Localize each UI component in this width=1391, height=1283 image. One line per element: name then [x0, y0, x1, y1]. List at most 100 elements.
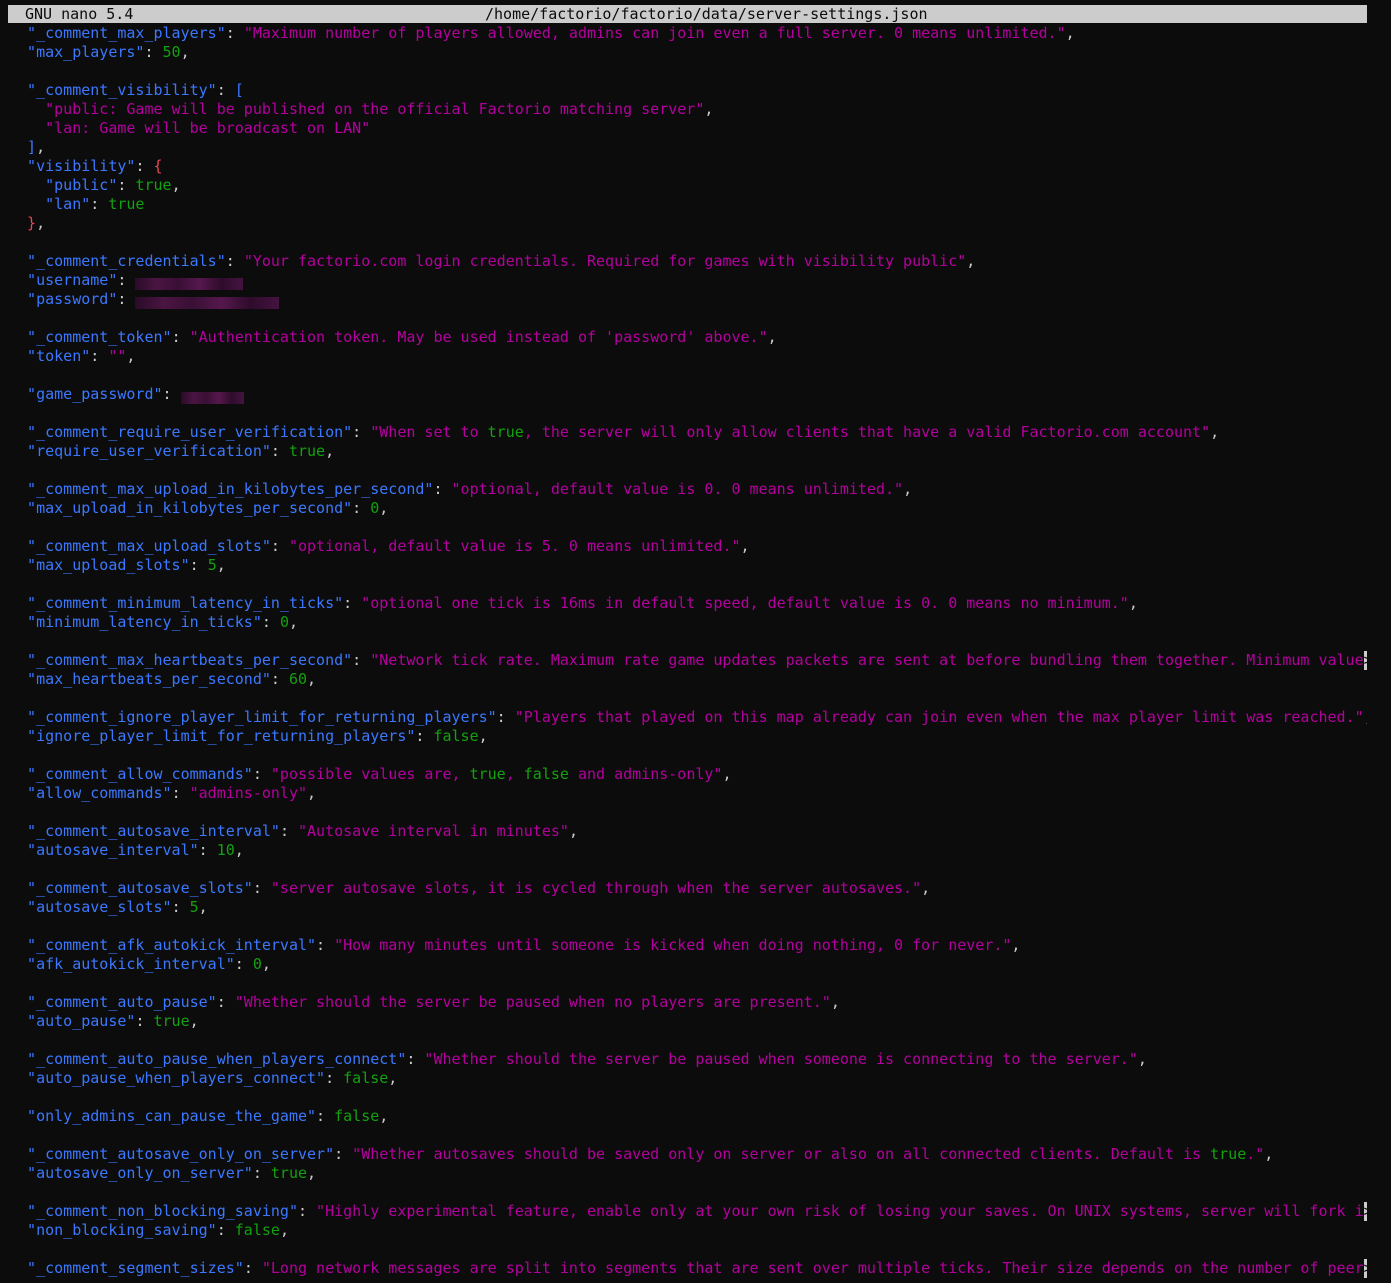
- editor-line[interactable]: "non_blocking_saving": false,: [9, 1221, 1367, 1240]
- json-punctuation-token: :: [234, 955, 253, 973]
- editor-line[interactable]: "max_upload_in_kilobytes_per_second": 0,: [9, 499, 1367, 518]
- json-punctuation-token: :: [216, 81, 235, 99]
- editor-line[interactable]: "public": true,: [9, 176, 1367, 195]
- editor-line[interactable]: "_comment_auto_pause_when_players_connec…: [9, 1050, 1367, 1069]
- json-punctuation-token: ,: [1364, 708, 1367, 726]
- editor-line[interactable]: "_comment_minimum_latency_in_ticks": "op…: [9, 594, 1367, 613]
- editor-line[interactable]: "token": "",: [9, 347, 1367, 366]
- json-punctuation-token: :: [135, 157, 154, 175]
- json-key-token: "_comment_segment_sizes": [9, 1259, 244, 1277]
- json-key-token: "_comment_allow_commands": [9, 765, 253, 783]
- editor-line[interactable]: "ignore_player_limit_for_returning_playe…: [9, 727, 1367, 746]
- editor-line[interactable]: "lan": true: [9, 195, 1367, 214]
- editor-line[interactable]: "_comment_autosave_only_on_server": "Whe…: [9, 1145, 1367, 1164]
- blank-line[interactable]: [9, 309, 1367, 328]
- editor-line[interactable]: "minimum_latency_in_ticks": 0,: [9, 613, 1367, 632]
- editor-line[interactable]: "_comment_require_user_verification": "W…: [9, 423, 1367, 442]
- json-punctuation-token: ,: [1128, 594, 1138, 612]
- editor-line[interactable]: "auto_pause_when_players_connect": false…: [9, 1069, 1367, 1088]
- editor-line[interactable]: "_comment_auto_pause": "Whether should t…: [9, 993, 1367, 1012]
- editor-line[interactable]: "visibility": {: [9, 157, 1367, 176]
- json-literal-token: 5: [207, 556, 217, 574]
- blank-line[interactable]: [9, 404, 1367, 423]
- editor-line[interactable]: "autosave_only_on_server": true,: [9, 1164, 1367, 1183]
- editor-version-label: GNU nano 5.4: [25, 5, 134, 23]
- blank-line[interactable]: [9, 1183, 1367, 1202]
- editor-line[interactable]: },: [9, 214, 1367, 233]
- json-key-token: "max_players": [9, 43, 145, 61]
- editor-line[interactable]: "password": redacted: [9, 290, 1367, 309]
- blank-line[interactable]: [9, 1240, 1367, 1259]
- json-punctuation-token: ,: [36, 138, 46, 156]
- json-punctuation-token: :: [406, 1050, 425, 1068]
- editor-line[interactable]: "_comment_visibility": [: [9, 81, 1367, 100]
- blank-line[interactable]: [9, 1031, 1367, 1050]
- editor-line[interactable]: "_comment_max_upload_in_kilobytes_per_se…: [9, 480, 1367, 499]
- editor-line[interactable]: "only_admins_can_pause_the_game": false,: [9, 1107, 1367, 1126]
- editor-line[interactable]: "username": redacted: [9, 271, 1367, 290]
- blank-line[interactable]: [9, 366, 1367, 385]
- json-punctuation-token: ,: [216, 556, 226, 574]
- editor-line[interactable]: "_comment_max_players": "Maximum number …: [9, 24, 1367, 43]
- json-literal-token: 0: [252, 955, 262, 973]
- blank-line[interactable]: [9, 461, 1367, 480]
- blank-line[interactable]: [9, 860, 1367, 879]
- editor-line[interactable]: "_comment_max_upload_slots": "optional, …: [9, 537, 1367, 556]
- blank-line[interactable]: [9, 746, 1367, 765]
- json-punctuation-token: ,: [704, 100, 714, 118]
- json-punctuation-token: :: [225, 252, 244, 270]
- blank-line[interactable]: [9, 518, 1367, 537]
- json-string-token: "Maximum number of players allowed, admi…: [243, 24, 1066, 42]
- json-punctuation-token: :: [90, 195, 109, 213]
- json-brace-token: }: [9, 214, 37, 232]
- editor-line[interactable]: "afk_autokick_interval": 0,: [9, 955, 1367, 974]
- editor-line[interactable]: "max_upload_slots": 5,: [9, 556, 1367, 575]
- json-string-token: "Whether autosaves should be saved only …: [352, 1145, 1211, 1163]
- editor-line[interactable]: "public: Game will be published on the o…: [9, 100, 1367, 119]
- json-punctuation-token: ,: [1011, 936, 1021, 954]
- json-key-token: "afk_autokick_interval": [9, 955, 235, 973]
- json-punctuation-token: :: [325, 1069, 344, 1087]
- editor-line[interactable]: "autosave_slots": 5,: [9, 898, 1367, 917]
- blank-line[interactable]: [9, 689, 1367, 708]
- blank-line[interactable]: [9, 62, 1367, 81]
- editor-line[interactable]: "lan: Game will be broadcast on LAN": [9, 119, 1367, 138]
- editor-line[interactable]: "_comment_token": "Authentication token.…: [9, 328, 1367, 347]
- json-key-token: "visibility": [9, 157, 136, 175]
- json-punctuation-token: ,: [279, 1221, 289, 1239]
- nano-terminal-window[interactable]: GNU nano 5.4 /home/factorio/factorio/dat…: [0, 0, 1391, 1283]
- editor-line[interactable]: "_comment_segment_sizes": "Long network …: [9, 1259, 1367, 1278]
- text-editor-area[interactable]: "_comment_max_players": "Maximum number …: [9, 24, 1367, 1283]
- editor-line[interactable]: "game_password": redacted: [9, 385, 1367, 404]
- json-punctuation-token: ,: [379, 499, 389, 517]
- blank-line[interactable]: [9, 1126, 1367, 1145]
- blank-line[interactable]: [9, 917, 1367, 936]
- editor-line[interactable]: ],: [9, 138, 1367, 157]
- line-overflow-indicator: >: [1363, 651, 1367, 670]
- editor-line[interactable]: "allow_commands": "admins-only",: [9, 784, 1367, 803]
- blank-line[interactable]: [9, 575, 1367, 594]
- json-key-token: "_comment_max_players": [9, 24, 226, 42]
- json-punctuation-token: :: [117, 290, 136, 308]
- blank-line[interactable]: [9, 233, 1367, 252]
- editor-line[interactable]: "_comment_afk_autokick_interval": "How m…: [9, 936, 1367, 955]
- blank-line[interactable]: [9, 632, 1367, 651]
- editor-line[interactable]: "_comment_allow_commands": "possible val…: [9, 765, 1367, 784]
- editor-line[interactable]: "require_user_verification": true,: [9, 442, 1367, 461]
- editor-line[interactable]: "max_players": 50,: [9, 43, 1367, 62]
- blank-line[interactable]: [9, 1088, 1367, 1107]
- json-punctuation-token: :: [415, 727, 434, 745]
- blank-line[interactable]: [9, 974, 1367, 993]
- blank-line[interactable]: [9, 803, 1367, 822]
- json-punctuation-token: :: [316, 936, 335, 954]
- editor-line[interactable]: "_comment_max_heartbeats_per_second": "N…: [9, 651, 1367, 670]
- editor-line[interactable]: "_comment_credentials": "Your factorio.c…: [9, 252, 1367, 271]
- editor-line[interactable]: "max_heartbeats_per_second": 60,: [9, 670, 1367, 689]
- editor-line[interactable]: "_comment_ignore_player_limit_for_return…: [9, 708, 1367, 727]
- editor-line[interactable]: "_comment_autosave_interval": "Autosave …: [9, 822, 1367, 841]
- editor-line[interactable]: "_comment_autosave_slots": "server autos…: [9, 879, 1367, 898]
- editor-line[interactable]: "auto_pause": true,: [9, 1012, 1367, 1031]
- json-punctuation-token: :: [433, 480, 452, 498]
- editor-line[interactable]: "autosave_interval": 10,: [9, 841, 1367, 860]
- editor-line[interactable]: "_comment_non_blocking_saving": "Highly …: [9, 1202, 1367, 1221]
